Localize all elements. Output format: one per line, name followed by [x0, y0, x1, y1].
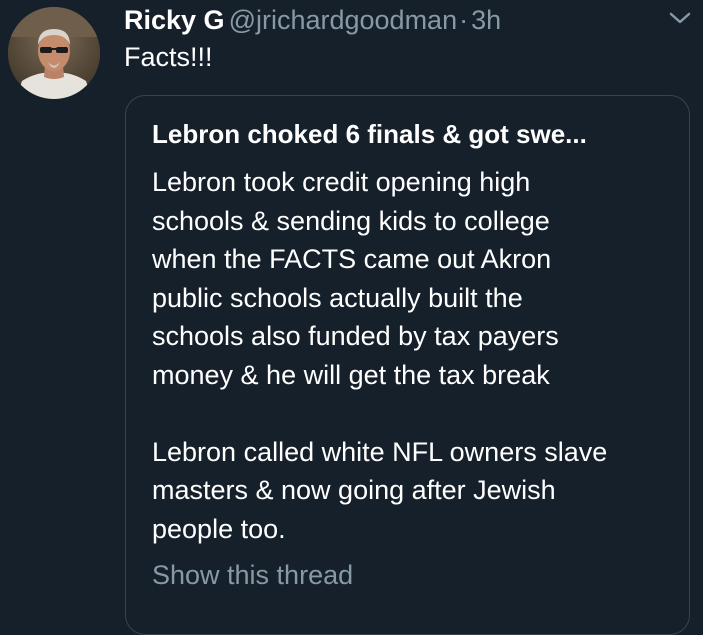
quoted-paragraph-1: Lebron took credit opening high schools … [152, 163, 682, 394]
quoted-paragraph-2: Lebron called white NFL owners slave mas… [152, 433, 682, 549]
quoted-line: money & he will get the tax break [152, 359, 550, 390]
quoted-tweet-card[interactable]: Lebron choked 6 finals & got swe... Lebr… [125, 95, 690, 635]
tweet-menu-button[interactable] [666, 8, 694, 28]
quoted-line: schools & sending kids to college [152, 205, 550, 236]
quoted-line: Lebron called white NFL owners slave [152, 436, 608, 467]
show-thread-link[interactable]: Show this thread [152, 557, 353, 593]
tweet-header: Ricky G @jrichardgoodman· 3h [124, 2, 501, 38]
timestamp[interactable]: 3h [471, 5, 501, 35]
quoted-tweet-body: Lebron took credit opening high schools … [152, 163, 682, 548]
quoted-line: people too. [152, 513, 286, 544]
user-handle[interactable]: @jrichardgoodman [229, 5, 458, 35]
tweet-text: Facts!!! [124, 42, 213, 72]
quoted-line: Lebron took credit opening high [152, 167, 531, 197]
quoted-line: masters & now going after Jewish [152, 475, 556, 505]
quoted-tweet-title: Lebron choked 6 finals & got swe... [152, 119, 587, 149]
quoted-line: schools also funded by tax payers [152, 321, 559, 351]
quoted-line: when the FACTS came out Akron [152, 244, 552, 274]
separator-dot: · [459, 5, 469, 35]
chevron-down-icon [669, 12, 691, 24]
user-avatar-photo-icon [8, 7, 100, 99]
tweet[interactable]: Ricky G @jrichardgoodman· 3h Facts!!! Lebr… [0, 0, 703, 635]
quoted-line: public schools actually built the [152, 282, 523, 313]
display-name[interactable]: Ricky G [124, 5, 225, 35]
avatar[interactable] [8, 7, 100, 99]
